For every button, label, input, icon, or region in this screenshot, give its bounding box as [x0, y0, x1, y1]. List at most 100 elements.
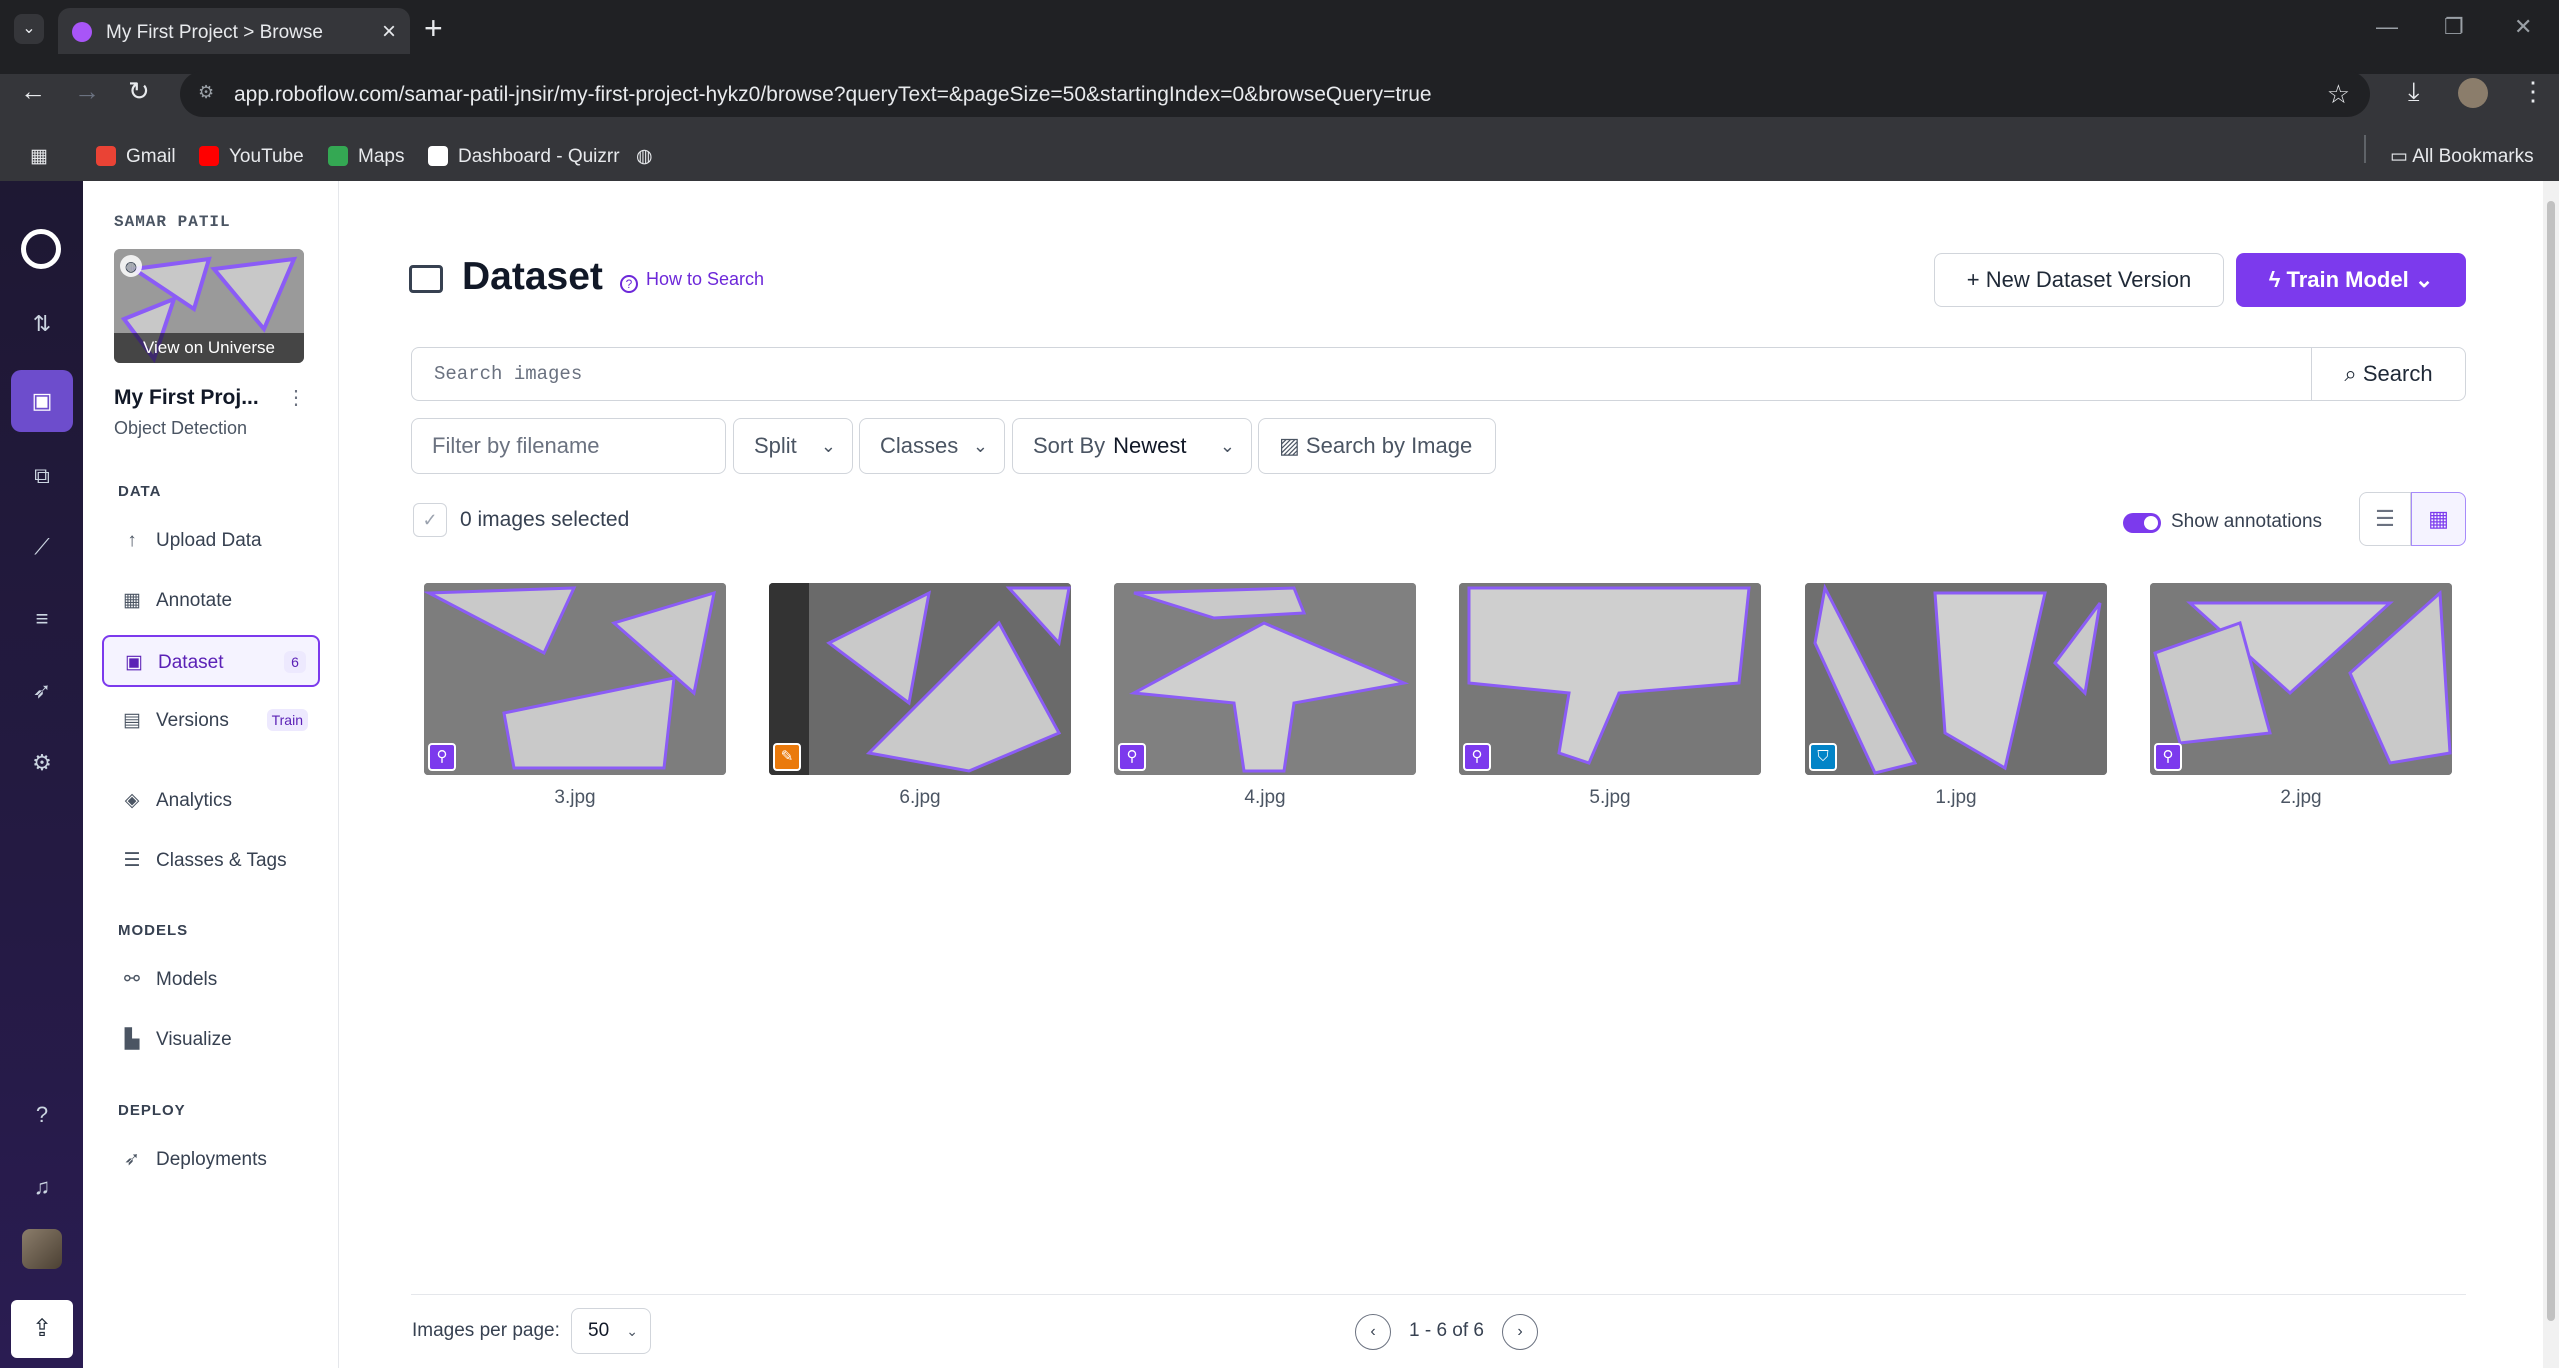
- analytics-rail-icon[interactable]: ⟋: [22, 527, 62, 567]
- sidebar-item-visualize[interactable]: ▙ Visualize: [102, 1014, 320, 1066]
- project-thumbnail[interactable]: ◍ View on Universe: [114, 249, 304, 363]
- page-scrollbar[interactable]: [2543, 181, 2559, 1368]
- bookmark-youtube[interactable]: YouTube: [199, 132, 304, 182]
- bookmarks-divider: [2364, 135, 2366, 163]
- back-icon[interactable]: ←: [20, 76, 46, 107]
- section-data-header: DATA: [118, 483, 162, 500]
- show-annotations-toggle[interactable]: [2123, 513, 2161, 533]
- images-per-page-label: Images per page:: [412, 1320, 560, 1341]
- browser-tab-bar: ⌄ My First Project > Browse × + — ❐ ✕: [0, 0, 2559, 74]
- restore-icon[interactable]: ❐: [2444, 14, 2464, 40]
- grid-view-icon[interactable]: ▦: [2411, 492, 2466, 546]
- bookmark-gmail[interactable]: Gmail: [96, 132, 176, 182]
- sidebar-item-annotate[interactable]: ▦ Annotate: [102, 575, 320, 627]
- previous-page-button[interactable]: ‹: [1355, 1314, 1391, 1350]
- image-card[interactable]: ⚲ 4.jpg: [1114, 583, 1416, 809]
- sort-by-dropdown[interactable]: Sort By Newest ⌄: [1012, 418, 1252, 474]
- section-deploy-header: DEPLOY: [118, 1102, 186, 1119]
- sidebar-item-versions[interactable]: ▤ Versions Train: [102, 695, 320, 747]
- split-dropdown[interactable]: Split ⌄: [733, 418, 853, 474]
- profile-avatar[interactable]: [2458, 78, 2488, 108]
- scrollbar-thumb[interactable]: [2547, 201, 2555, 1321]
- run-status-icon: ⚲: [2154, 743, 2182, 771]
- image-card[interactable]: ⚲ 3.jpg: [424, 583, 726, 809]
- image-thumbnail[interactable]: ⚲: [1114, 583, 1416, 775]
- browser-menu-icon[interactable]: ⋮: [2520, 76, 2546, 107]
- how-to-search-link[interactable]: ? How to Search: [620, 269, 764, 293]
- images-per-page-select[interactable]: 50 ⌄: [571, 1308, 651, 1354]
- image-filename: 6.jpg: [899, 787, 941, 808]
- tab-close-icon[interactable]: ×: [382, 18, 396, 46]
- upload-rail-icon[interactable]: ⇪: [11, 1300, 73, 1358]
- thumbnail-6: [769, 583, 1071, 775]
- image-thumbnail[interactable]: ⚲: [1459, 583, 1761, 775]
- chevron-down-icon: ⌄: [626, 1323, 638, 1339]
- filter-by-filename-input[interactable]: Filter by filename: [411, 418, 726, 474]
- browser-tab[interactable]: My First Project > Browse ×: [58, 8, 410, 54]
- image-filename: 4.jpg: [1244, 787, 1286, 808]
- bookmark-star-icon[interactable]: ☆: [2327, 79, 2350, 110]
- thumbnail-3: [424, 583, 726, 775]
- search-icon: ⌕: [2344, 361, 2363, 386]
- sidebar-item-classes-tags[interactable]: ☰ Classes & Tags: [102, 835, 320, 887]
- workflows-icon[interactable]: ⧉: [22, 456, 62, 496]
- project-name: My First Proj...: [114, 386, 259, 409]
- project-more-icon[interactable]: ⋮: [286, 385, 306, 410]
- sidebar-item-analytics[interactable]: ◈ Analytics: [102, 775, 320, 827]
- list-view-icon[interactable]: ☰: [2359, 492, 2411, 546]
- train-model-button[interactable]: ϟ Train Model ⌄: [2236, 253, 2466, 307]
- search-images-input[interactable]: Search images: [411, 347, 2311, 401]
- image-filename: 2.jpg: [2280, 787, 2322, 808]
- sidebar-item-models[interactable]: ⚯ Models: [102, 954, 320, 1006]
- notifications-bell-icon[interactable]: ♫: [22, 1167, 62, 1207]
- new-tab-icon[interactable]: +: [424, 10, 443, 47]
- sort-arrows-icon[interactable]: ⇅: [22, 304, 62, 344]
- globe-bookmark-icon[interactable]: ◍: [636, 132, 653, 182]
- image-thumbnail[interactable]: ⚲: [2150, 583, 2452, 775]
- user-avatar[interactable]: [22, 1229, 62, 1269]
- bookmark-maps[interactable]: Maps: [328, 132, 404, 182]
- deploy-rail-icon[interactable]: ➶: [22, 671, 62, 711]
- tab-search-icon[interactable]: ⌄: [14, 14, 44, 44]
- image-card[interactable]: ⛉ 1.jpg: [1805, 583, 2107, 809]
- annotate-icon: ▦: [123, 590, 141, 611]
- image-thumbnail[interactable]: ⚲: [424, 583, 726, 775]
- run-status-icon: ⚲: [1118, 743, 1146, 771]
- chevron-down-icon: ⌄: [820, 436, 836, 456]
- classes-dropdown[interactable]: Classes ⌄: [859, 418, 1005, 474]
- view-on-universe-link[interactable]: View on Universe: [114, 333, 304, 363]
- folder-icon: ▭: [2390, 146, 2413, 167]
- help-icon[interactable]: ?: [22, 1095, 62, 1135]
- close-window-icon[interactable]: ✕: [2514, 14, 2532, 40]
- sidebar-item-dataset[interactable]: ▣ Dataset 6: [102, 635, 320, 687]
- project-type: Object Detection: [114, 418, 248, 438]
- settings-gear-icon[interactable]: ⚙: [22, 743, 62, 783]
- image-card[interactable]: ⚲ 5.jpg: [1459, 583, 1761, 809]
- search-by-image-button[interactable]: ▨ Search by Image: [1258, 418, 1496, 474]
- image-card[interactable]: ✎ 6.jpg: [769, 583, 1071, 809]
- reload-icon[interactable]: ↻: [128, 76, 150, 107]
- all-bookmarks[interactable]: ▭ All Bookmarks: [2390, 132, 2534, 182]
- download-icon[interactable]: ⤓: [2408, 76, 2420, 108]
- minimize-icon[interactable]: —: [2376, 14, 2398, 40]
- sidebar-item-deployments[interactable]: ➶ Deployments: [102, 1134, 320, 1186]
- new-dataset-version-button[interactable]: + New Dataset Version: [1934, 253, 2224, 307]
- database-icon[interactable]: ≡: [22, 599, 62, 639]
- next-page-button[interactable]: ›: [1502, 1314, 1538, 1350]
- roboflow-logo-icon[interactable]: [21, 229, 61, 269]
- projects-icon[interactable]: ▣: [22, 381, 62, 421]
- project-sidebar: SAMAR PATIL ◍ View on Universe My First …: [83, 181, 339, 1368]
- search-button[interactable]: ⌕ Search: [2311, 347, 2466, 401]
- forward-icon[interactable]: →: [74, 76, 100, 107]
- image-thumbnail[interactable]: ⛉: [1805, 583, 2107, 775]
- dataset-image-icon: ▣: [125, 652, 143, 673]
- sidebar-item-upload-data[interactable]: ↑ Upload Data: [102, 515, 320, 567]
- select-all-checkbox[interactable]: ✓: [413, 503, 447, 537]
- bookmark-quizrr[interactable]: Dashboard - Quizrr: [428, 132, 620, 182]
- thumbnail-5: [1459, 583, 1761, 775]
- address-bar[interactable]: ⚙ app.roboflow.com/samar-patil-jnsir/my-…: [180, 71, 2370, 117]
- apps-grid-icon[interactable]: ▦: [30, 132, 48, 182]
- site-info-icon[interactable]: ⚙: [198, 82, 222, 106]
- image-card[interactable]: ⚲ 2.jpg: [2150, 583, 2452, 809]
- image-thumbnail[interactable]: ✎: [769, 583, 1071, 775]
